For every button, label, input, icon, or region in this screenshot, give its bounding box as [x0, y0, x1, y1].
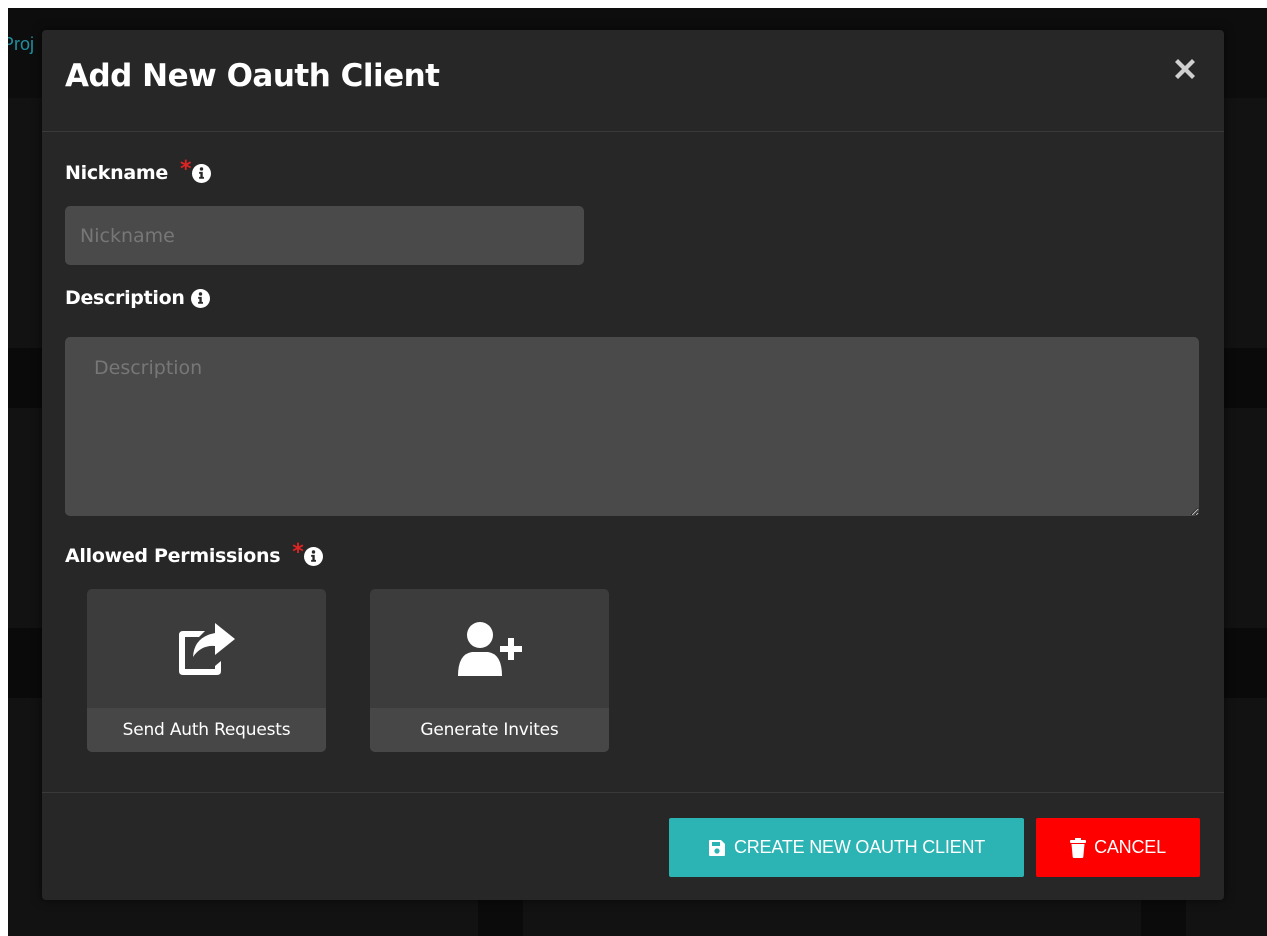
permission-icon-area — [370, 589, 609, 708]
permissions-label-text: Allowed Permissions — [65, 545, 281, 567]
close-icon — [1175, 59, 1195, 79]
modal-header: Add New Oauth Client — [42, 30, 1224, 132]
description-textarea[interactable] — [65, 337, 1199, 516]
nickname-label: Nickname * — [65, 157, 212, 184]
permission-icon-area — [87, 589, 326, 708]
user-plus-icon — [457, 621, 522, 676]
trash-icon — [1070, 837, 1087, 858]
nickname-label-text: Nickname — [65, 162, 168, 184]
required-marker: * — [292, 540, 304, 565]
permissions-label: Allowed Permissions * — [65, 540, 324, 567]
background-nav-text: Proj — [8, 34, 35, 54]
share-icon — [178, 622, 235, 675]
nickname-input[interactable] — [65, 206, 584, 265]
modal-footer: CREATE NEW OAUTH CLIENT CANCEL — [42, 792, 1224, 901]
permission-label: Generate Invites — [370, 708, 609, 752]
permission-send-auth-requests[interactable]: Send Auth Requests — [87, 589, 326, 752]
required-marker: * — [179, 157, 192, 182]
create-button-label: CREATE NEW OAUTH CLIENT — [733, 837, 986, 857]
permission-label: Send Auth Requests — [87, 708, 326, 752]
close-button[interactable] — [1170, 54, 1200, 84]
info-icon[interactable] — [190, 288, 210, 308]
create-oauth-client-button[interactable]: CREATE NEW OAUTH CLIENT — [669, 818, 1024, 877]
modal-title: Add New Oauth Client — [65, 58, 440, 94]
cancel-button[interactable]: CANCEL — [1036, 818, 1200, 877]
info-icon[interactable] — [304, 546, 324, 566]
cancel-button-label: CANCEL — [1094, 837, 1166, 857]
save-icon — [708, 839, 725, 856]
description-label: Description — [65, 287, 210, 309]
permission-generate-invites[interactable]: Generate Invites — [370, 589, 609, 752]
app-screen: Proj Add New Oauth Client Nickname * Nic… — [8, 8, 1267, 936]
description-label-text: Description — [65, 287, 185, 309]
add-oauth-client-modal: Add New Oauth Client Nickname * Descript… — [42, 30, 1224, 900]
info-icon[interactable] — [192, 163, 212, 183]
